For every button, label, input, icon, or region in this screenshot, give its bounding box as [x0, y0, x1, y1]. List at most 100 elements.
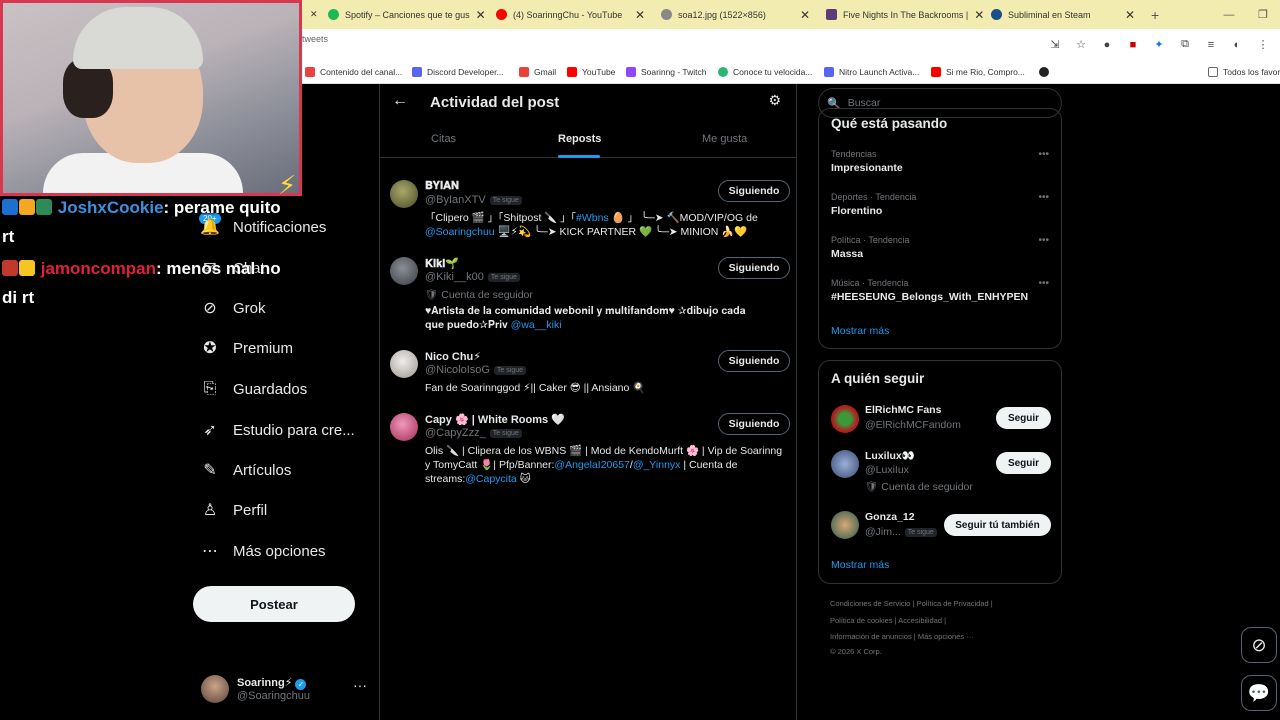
user-bio: 「Clipero 🎬 」「Shitpost 🔪 」「#Wbns 🥚 」 ╰─➤ …	[425, 212, 758, 238]
trend-item[interactable]: #HEESEUNG_Belongs_With_ENHYPEN	[831, 291, 1028, 303]
more-icon[interactable]: ···	[353, 677, 367, 693]
chat-username: JoshxCookie	[57, 198, 164, 217]
nav-more-options[interactable]: ⋯ Más opciones	[193, 531, 368, 571]
chat-text: : perame quito	[163, 198, 281, 217]
puzzle-icon[interactable]: ⧉	[1178, 38, 1192, 51]
profile-icon[interactable]: ◐	[1230, 39, 1244, 51]
more-icon[interactable]: •••	[1038, 192, 1049, 203]
user-handle: @LuxiIux	[865, 464, 909, 476]
minimize-icon[interactable]: —	[1212, 9, 1246, 21]
trend-item[interactable]: Massa	[831, 248, 863, 260]
trend-meta: Tendencias	[831, 149, 877, 159]
post-button[interactable]: Postear	[193, 586, 355, 622]
avatar	[831, 511, 859, 539]
following-button[interactable]: Siguiendo	[718, 257, 790, 279]
bookmark[interactable]: Contenido del canal...	[305, 60, 402, 84]
install-icon[interactable]: ⇲	[1048, 38, 1062, 51]
follow-back-button[interactable]: Seguir tú también	[944, 514, 1051, 536]
nav-creator-studio[interactable]: ➶ Estudio para cre...	[193, 410, 368, 450]
extension-icon[interactable]: ■	[1126, 39, 1140, 51]
copyright: © 2026 X Corp.	[830, 647, 882, 656]
close-icon[interactable]: ✕	[470, 8, 486, 22]
user-bio: ♥𝐀𝐫𝐭𝐢𝐬𝐭𝐚 𝐝𝐞 𝐥𝐚 𝐜𝐨𝐦𝐮𝐧𝐢𝐝𝐚𝐝 𝐰𝐞𝐛𝐨𝐧𝐢𝐥 𝐲 𝐦𝐮𝐥𝐭𝐢…	[425, 305, 746, 331]
tab-quotes[interactable]: Citas	[431, 133, 456, 145]
nav-premium[interactable]: ✪ Premium	[193, 328, 368, 368]
following-button[interactable]: Siguiendo	[718, 180, 790, 202]
user-name[interactable]: 𝐁𝐘𝐈𝐀𝐍	[425, 180, 459, 193]
nav-profile[interactable]: ♙ Perfil	[193, 490, 368, 530]
tab-close-x-active[interactable]: ✕	[302, 0, 320, 29]
bookmark[interactable]: Discord Developer...	[412, 60, 504, 84]
follower-account-label: 🛡 Cuenta de seguidor	[865, 481, 973, 493]
more-icon[interactable]: •••	[1038, 278, 1049, 289]
grok-icon[interactable]: ⊘	[1241, 627, 1277, 663]
menu-icon[interactable]: ⋮	[1256, 38, 1270, 51]
nav-bookmarks[interactable]: ⎘ Guardados	[193, 369, 368, 409]
tab-likes[interactable]: Me gusta	[702, 133, 747, 145]
globe-icon[interactable]	[1039, 60, 1054, 84]
new-tab-button[interactable]: +	[1151, 7, 1159, 23]
user-name[interactable]: Luxilux👀	[865, 449, 915, 462]
filter-icon[interactable]: ⚙	[768, 92, 781, 109]
mention-link[interactable]: @Capycita	[465, 473, 517, 485]
footer-links[interactable]: Política de cookies | Accesibilidad |	[830, 616, 946, 625]
footer-links[interactable]: Información de anuncios | Más opciones ·…	[830, 632, 974, 641]
more-icon[interactable]: •••	[1038, 149, 1049, 160]
url-text[interactable]: tweets	[302, 34, 328, 44]
user-handle: @Kiki__k00	[425, 271, 484, 283]
user-name[interactable]: Capy 🌸 | White Rooms 🤍	[425, 413, 565, 426]
trend-item[interactable]: Florentino	[831, 205, 882, 217]
close-icon[interactable]: ✕	[968, 8, 983, 22]
hashtag-link[interactable]: #Wbns	[576, 212, 609, 224]
bookmark[interactable]: Soarinng - Twitch	[626, 60, 707, 84]
tab-fnaf[interactable]: Five Nights In The Backrooms | ✕	[818, 0, 983, 29]
bookmark-folder[interactable]: Todos los favoritos	[1208, 60, 1280, 84]
tab-steam[interactable]: Subliminal en Steam ✕	[983, 0, 1143, 29]
star-icon[interactable]: ☆	[1074, 38, 1088, 51]
user-name[interactable]: Nico Chu⚡	[425, 350, 481, 363]
trend-meta: Política · Tendencia	[831, 235, 910, 245]
verified-icon: ✓	[295, 679, 307, 690]
bookmark[interactable]: YouTube	[567, 60, 615, 84]
show-more-link[interactable]: Mostrar más	[831, 325, 889, 337]
mention-link[interactable]: @AngelaI20657	[554, 459, 629, 471]
bookmark-icon: ⎘	[203, 380, 217, 397]
tab-spotify[interactable]: Spotify – Canciones que te gus ✕	[320, 0, 488, 29]
user-name[interactable]: Gonza_12	[865, 511, 915, 523]
tab-youtube[interactable]: (4) SoarinngChu - YouTube ✕	[488, 0, 653, 29]
media-icon[interactable]: ≡	[1204, 39, 1218, 51]
show-more-link[interactable]: Mostrar más	[831, 559, 889, 571]
tab-reposts[interactable]: Reposts	[558, 133, 601, 145]
bookmark[interactable]: Conoce tu velocida...	[718, 60, 812, 84]
messages-icon[interactable]: 💬	[1241, 675, 1277, 711]
following-button[interactable]: Siguiendo	[718, 413, 790, 435]
badge-icon	[2, 199, 18, 215]
follow-button[interactable]: Seguir	[996, 407, 1051, 429]
maximize-icon[interactable]: ❐	[1246, 8, 1280, 21]
avatar	[201, 675, 229, 703]
following-button[interactable]: Siguiendo	[718, 350, 790, 372]
mention-link[interactable]: @_Yinnyx	[633, 459, 681, 471]
bookmark[interactable]: Nitro Launch Activa...	[824, 60, 919, 84]
extension-icon[interactable]: ●	[1100, 39, 1114, 51]
tab-image[interactable]: soa12.jpg (1522×856) ✕	[653, 0, 818, 29]
mention-link[interactable]: @wa__kiki	[511, 319, 562, 331]
user-name[interactable]: ElRichMC Fans	[865, 404, 941, 416]
nav-grok[interactable]: ⊘ Grok	[193, 288, 368, 328]
account-switcher[interactable]: Soarinng⚡ ✓ @Soaringchuu ···	[201, 673, 376, 705]
nav-articles[interactable]: ✎ Artículos	[193, 450, 368, 490]
close-icon[interactable]: ✕	[794, 8, 810, 22]
back-arrow-icon[interactable]: ←	[392, 92, 408, 110]
trend-item[interactable]: Impresionante	[831, 162, 903, 174]
mention-link[interactable]: @Soaringchuu	[425, 226, 495, 238]
user-name[interactable]: 𝐊𝐢𝐤𝐢🌱	[425, 257, 459, 271]
close-icon[interactable]: ✕	[1119, 8, 1135, 22]
bookmark[interactable]: Gmail	[519, 60, 556, 84]
more-icon[interactable]: •••	[1038, 235, 1049, 246]
extension-icon[interactable]: ✦	[1152, 38, 1166, 51]
close-icon[interactable]: ✕	[629, 8, 645, 22]
chat-text-cont: di rt	[2, 288, 35, 307]
footer-links[interactable]: Condiciones de Servicio | Política de Pr…	[830, 599, 993, 608]
bookmark[interactable]: Si me Rio, Compro...	[931, 60, 1025, 84]
follow-button[interactable]: Seguir	[996, 452, 1051, 474]
